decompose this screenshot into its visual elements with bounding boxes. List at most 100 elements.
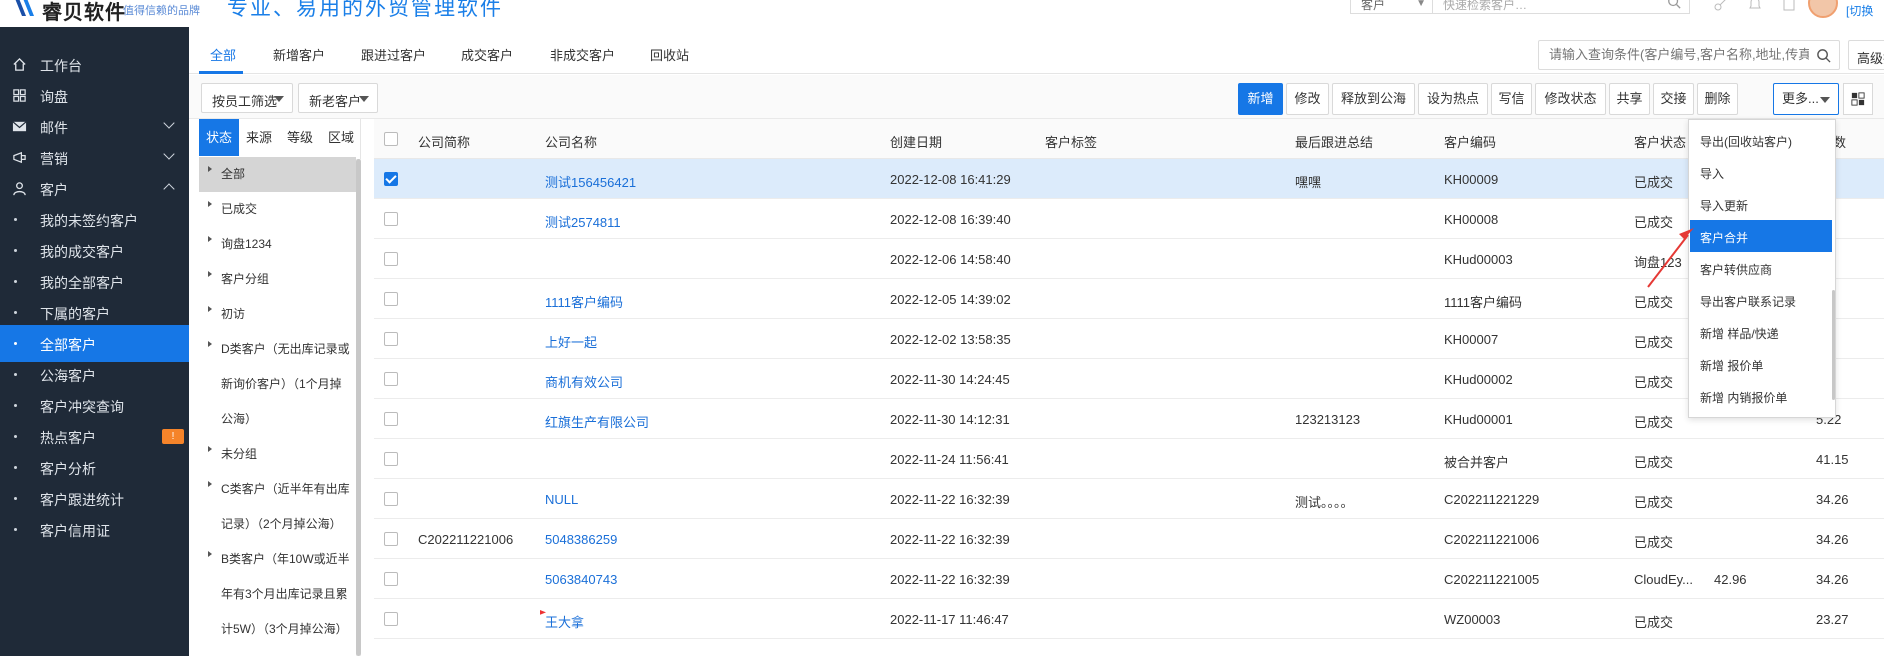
employee-filter-select[interactable]: 按员工筛选 <box>201 83 293 113</box>
menu-item[interactable]: 客户合并 <box>1690 220 1832 252</box>
category-item[interactable]: 初访 <box>199 297 356 332</box>
table-row[interactable]: 2022-11-24 11:56:41 被合并客户 已成交 41.15 <box>374 439 1884 479</box>
cell-company-name[interactable]: 上好一起 <box>545 332 597 351</box>
cell-customer-code: WZ00003 <box>1444 612 1501 627</box>
table-row[interactable]: 上好一起2022-12-02 13:58:35KH00007已成交3 <box>374 319 1884 359</box>
cell-company-name[interactable]: 5048386259 <box>545 532 617 547</box>
key-icon[interactable] <box>1713 0 1729 12</box>
scrollbar-thumb[interactable] <box>356 159 361 656</box>
bell-icon[interactable] <box>1747 0 1763 12</box>
category-tab-level[interactable]: 等级 <box>279 119 321 156</box>
cell-company-name[interactable]: 商机有效公司 <box>545 372 623 391</box>
category-item[interactable]: 询盘1234 <box>199 227 356 262</box>
row-checkbox[interactable] <box>384 492 398 506</box>
avatar[interactable] <box>1808 0 1838 18</box>
menu-item[interactable]: 新增 报价单 <box>1690 348 1832 380</box>
table-row[interactable]: NULL 2022-11-22 16:32:39 测试。。。。 C2022112212… <box>374 479 1884 519</box>
cell-company-name[interactable]: 红旗生产有限公司 <box>545 412 649 431</box>
row-checkbox[interactable] <box>384 412 398 426</box>
table-row[interactable]: 王大拿 2022-11-17 11:46:47 WZ00003 已成交 23.27 <box>374 599 1884 639</box>
cell-company-name[interactable]: 王大拿 <box>545 612 584 631</box>
category-item[interactable]: D类客户（无出库记录或 新询价客户）（1个月掉 公海） <box>199 332 356 437</box>
row-checkbox[interactable] <box>384 172 398 186</box>
customer-search[interactable] <box>1538 40 1840 70</box>
tab-new-customers[interactable]: 新增客户 <box>273 45 325 64</box>
customer-age-select[interactable]: 新老客户 <box>298 83 378 113</box>
column-header[interactable]: 公司简称 <box>418 132 470 151</box>
cell-company-name[interactable]: 测试2574811 <box>545 212 621 231</box>
write-mail-button[interactable]: 写信 <box>1491 83 1532 115</box>
row-checkbox[interactable] <box>384 372 398 386</box>
advanced-search-button[interactable]: 高级搜索 <box>1848 40 1884 70</box>
tab-non-deal-customers[interactable]: 非成交客户 <box>550 45 615 64</box>
menu-item[interactable]: 新增 内销报价单 <box>1690 380 1832 412</box>
row-checkbox[interactable] <box>384 252 398 266</box>
table-row[interactable]: C202211221006 5048386259 2022-11-22 16:32:… <box>374 519 1884 559</box>
category-scrollbar[interactable] <box>356 159 361 656</box>
add-button[interactable]: 新增 <box>1238 83 1283 115</box>
share-button[interactable]: 共享 <box>1609 83 1650 115</box>
table-row[interactable]: 红旗生产有限公司 2022-11-30 14:12:31 123213123 KHud… <box>374 399 1884 439</box>
set-hot-button[interactable]: 设为热点 <box>1418 83 1488 115</box>
delete-button[interactable]: 删除 <box>1697 83 1738 115</box>
column-header[interactable]: 创建日期 <box>890 132 942 151</box>
menu-item[interactable]: 新增 样品/快递 <box>1690 316 1832 348</box>
category-tab-region[interactable]: 区域 <box>321 119 361 156</box>
category-item[interactable]: 全部 <box>199 157 356 192</box>
logo[interactable]: 睿贝软件 值得信赖的品牌 <box>0 0 200 27</box>
tab-followed-customers[interactable]: 跟进过客户 <box>361 45 426 64</box>
column-header[interactable]: 客户编码 <box>1444 132 1496 151</box>
category-tab-source[interactable]: 来源 <box>239 119 279 156</box>
cell-created-date: 2022-12-08 16:41:29 <box>890 172 1011 187</box>
sidebar-sub-item[interactable]: 客户信用证 <box>0 511 189 548</box>
menu-item[interactable]: 导出(回收站客户) <box>1690 124 1832 156</box>
category-item[interactable]: C类客户（近半年有出库 记录）（2个月掉公海） <box>199 472 356 542</box>
menu-item[interactable]: 导入 <box>1690 156 1832 188</box>
search-icon[interactable] <box>1667 0 1681 9</box>
row-checkbox[interactable] <box>384 452 398 466</box>
table-row[interactable]: 测试156456421 2022-12-08 16:41:29 嘿嘿 KH00009 已… <box>374 159 1884 199</box>
column-header[interactable]: 客户标签 <box>1045 132 1097 151</box>
table-row[interactable]: 5063840743 2022-11-22 16:32:39 C2022112210… <box>374 559 1884 599</box>
search-input[interactable] <box>1549 47 1809 62</box>
category-tab-status[interactable]: 状态 <box>199 119 239 156</box>
release-to-pool-button[interactable]: 释放到公海 <box>1332 83 1415 115</box>
row-checkbox[interactable] <box>384 212 398 226</box>
edit-button[interactable]: 修改 <box>1286 83 1329 115</box>
category-item[interactable]: 已成交 <box>199 192 356 227</box>
handover-button[interactable]: 交接 <box>1653 83 1694 115</box>
column-header[interactable]: 客户状态 <box>1634 132 1686 151</box>
header-search[interactable]: 客户 ▼ 快速检索客户… <box>1350 0 1690 14</box>
menu-scrollbar[interactable] <box>1832 290 1835 400</box>
category-item[interactable]: 未分组 <box>199 437 356 472</box>
search-scope-select[interactable]: 客户 ▼ <box>1351 0 1433 14</box>
row-checkbox[interactable] <box>384 572 398 586</box>
menu-item[interactable]: 导入更新 <box>1690 188 1832 220</box>
cell-company-name[interactable]: 5063840743 <box>545 572 617 587</box>
category-item[interactable]: 客户分组 <box>199 262 356 297</box>
row-checkbox[interactable] <box>384 612 398 626</box>
row-checkbox[interactable] <box>384 532 398 546</box>
column-header[interactable]: 最后跟进总结 <box>1295 132 1373 151</box>
select-all-checkbox[interactable] <box>384 132 398 146</box>
menu-item[interactable]: 导出客户联系记录 <box>1690 284 1832 316</box>
tab-deal-customers[interactable]: 成交客户 <box>461 45 513 64</box>
tab-all[interactable]: 全部 <box>210 45 236 64</box>
cell-company-name[interactable]: 测试156456421 <box>545 172 636 191</box>
column-settings-button[interactable] <box>1843 83 1873 115</box>
search-icon[interactable] <box>1816 48 1831 63</box>
switch-link[interactable]: [切换 <box>1846 2 1873 19</box>
column-header[interactable]: 公司名称 <box>545 132 597 151</box>
row-checkbox[interactable] <box>384 332 398 346</box>
change-status-button[interactable]: 修改状态 <box>1535 83 1606 115</box>
row-checkbox[interactable] <box>384 292 398 306</box>
cell-company-name[interactable]: 1111客户编码 <box>545 292 623 311</box>
category-item[interactable]: B类客户（年10W或近半 年有3个月出库记录且累 计5W）（3个月掉公海） <box>199 542 356 647</box>
cell-company-name[interactable]: NULL <box>545 492 578 507</box>
tab-recycle-bin[interactable]: 回收站 <box>650 45 689 64</box>
document-icon[interactable] <box>1781 0 1797 12</box>
more-button[interactable]: 更多... <box>1773 83 1839 115</box>
table-row[interactable]: 商机有效公司2022-11-30 14:24:45KHud00002已成交05 <box>374 359 1884 399</box>
header-search-input[interactable]: 快速检索客户… <box>1443 0 1527 13</box>
menu-item[interactable]: 客户转供应商 <box>1690 252 1832 284</box>
